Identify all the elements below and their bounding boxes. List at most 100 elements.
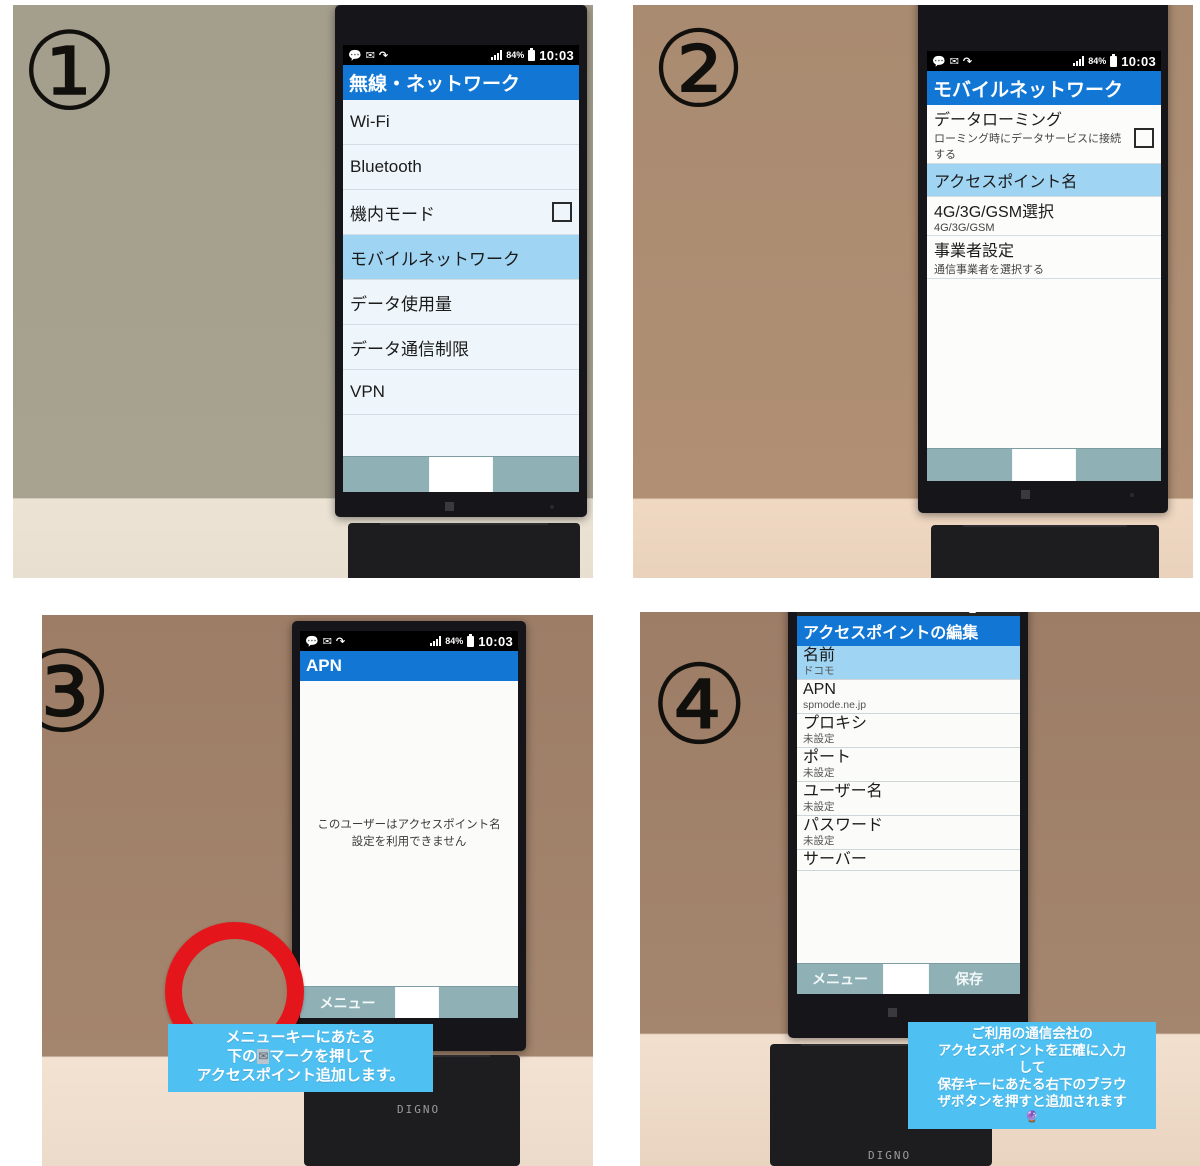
sensor-dot — [1130, 493, 1134, 497]
home-key[interactable] — [396, 987, 439, 1018]
softkey-left[interactable] — [343, 457, 430, 492]
field-username[interactable]: ユーザー名 未設定 — [797, 782, 1020, 816]
caption-line-1: メニューキーにあたる — [225, 1029, 376, 1046]
front-button — [1021, 490, 1030, 499]
signal-bars-icon — [491, 50, 503, 60]
list-item-label: Wi-Fi — [350, 112, 390, 131]
step-number-badge: ③ — [42, 628, 113, 758]
list-item-network-mode[interactable]: 4G/3G/GSM選択 4G/3G/GSM — [927, 197, 1161, 236]
field-value: spmode.ne.jp — [803, 699, 867, 712]
sensor-dot — [550, 505, 554, 509]
home-key[interactable] — [884, 964, 929, 994]
phone-screen: 💬 ✉ ↷ 84% 10:03 無線・ネットワーク Wi-Fi Bluetoot… — [343, 45, 579, 492]
list-item-access-point-names[interactable]: アクセスポイント名 — [927, 164, 1161, 197]
phone-device: 💬 ✉ ↷ 84% 10:03 無線・ネットワーク Wi-Fi Bluetoot… — [335, 5, 587, 517]
status-clock: 10:03 — [539, 47, 574, 63]
list-item-label: モバイルネットワーク — [350, 249, 520, 269]
field-label: 名前 — [803, 647, 836, 664]
caption-line-2: 下の✉マークを押して — [168, 1048, 433, 1067]
message-icon: 💬 — [932, 55, 946, 68]
list-item-carrier-settings[interactable]: 事業者設定 通信事業者を選択する — [927, 236, 1161, 279]
step-number-badge: ② — [651, 8, 747, 131]
soft-key-bar — [343, 456, 579, 492]
softkey-left[interactable] — [927, 449, 1013, 481]
apn-empty-message: このユーザーはアクセスポイント名設定を利用できません — [317, 818, 501, 848]
device-brand-label: DIGNO — [868, 1149, 912, 1162]
phone-screen: 💬 ✉ ↷ 84% 10:03 APN このユーザーはアクセスポイント名設定を利… — [300, 631, 518, 1018]
field-port[interactable]: ポート 未設定 — [797, 748, 1020, 782]
soft-key-bar: メニュー — [300, 986, 518, 1018]
list-item-label: データ使用量 — [350, 294, 452, 314]
menu-key[interactable]: メニュー — [300, 987, 396, 1018]
field-apn[interactable]: APN spmode.ne.jp — [797, 680, 1020, 714]
phone-screen: 💬 ✉ ↷ 84% 10:03 モバイルネットワーク データローミング ローミン… — [927, 51, 1161, 481]
status-clock: 10:03 — [980, 612, 1015, 615]
data-roaming-checkbox[interactable] — [1134, 128, 1154, 148]
status-clock: 10:03 — [1121, 53, 1156, 69]
caption-line-1: ご利用の通信会社の — [971, 1026, 1093, 1041]
field-value: 未設定 — [803, 733, 835, 746]
field-password[interactable]: パスワード 未設定 — [797, 816, 1020, 850]
field-value: 未設定 — [803, 767, 835, 780]
list-item[interactable]: データ使用量 — [343, 280, 579, 325]
battery-icon — [969, 612, 977, 613]
field-label: サーバー — [803, 850, 867, 868]
message-icon: 💬 — [305, 635, 319, 648]
field-label: ユーザー名 — [803, 782, 883, 800]
home-key[interactable] — [430, 457, 493, 492]
battery-percent: 84% — [506, 50, 525, 60]
field-label: パスワード — [803, 816, 884, 834]
screen-title: APN — [300, 651, 518, 681]
menu-key[interactable]: メニュー — [797, 964, 884, 994]
front-button — [445, 502, 454, 511]
field-value: 未設定 — [803, 835, 835, 848]
list-item[interactable]: Wi-Fi — [343, 100, 579, 145]
field-label: APN — [803, 680, 836, 698]
step-panel-3: 💬 ✉ ↷ 84% 10:03 APN このユーザーはアクセスポイント名設定を利… — [42, 615, 593, 1166]
field-label: プロキシ — [803, 714, 868, 732]
share-icon: ↷ — [378, 49, 389, 62]
field-label: ポート — [803, 748, 852, 766]
front-button — [888, 1008, 897, 1017]
step-panel-4: 💬 ✉ ↷ 84% 10:03 アクセスポイントの編集 — [640, 612, 1200, 1166]
list-item[interactable]: Bluetooth — [343, 145, 579, 190]
list-item-label: データローミング — [934, 112, 1063, 129]
signal-bars-icon — [1073, 56, 1085, 66]
caption-line-2-before: 下の — [227, 1047, 258, 1065]
field-server[interactable]: サーバー — [797, 850, 1020, 872]
share-icon: ↷ — [831, 612, 839, 613]
phone-device: 💬 ✉ ↷ 84% 10:03 モバイルネットワーク データローミング ローミン… — [918, 5, 1168, 513]
caption-line-5: ザボタンを押すと追加されます — [937, 1093, 1127, 1109]
status-bar: 💬 ✉ ↷ 84% 10:03 — [927, 51, 1161, 71]
softkey-right[interactable] — [493, 457, 579, 492]
caption-line-2-after: マークを押して — [269, 1047, 374, 1065]
softkey-right[interactable] — [439, 987, 518, 1018]
phone-lower-body — [348, 523, 580, 578]
softkey-right[interactable] — [1076, 449, 1161, 481]
list-item[interactable]: 機内モード — [343, 190, 579, 235]
mobile-network-list: データローミング ローミング時にデータサービスに接続する アクセスポイント名 4… — [927, 105, 1161, 448]
caption-line-4: 保存キーにあたる右下のブラウ — [937, 1076, 1127, 1092]
battery-percent: 84% — [445, 636, 464, 646]
save-key[interactable]: 保存 — [929, 964, 1009, 994]
envelope-glyph-icon: ✉ — [257, 1049, 270, 1065]
list-item-data-roaming[interactable]: データローミング ローミング時にデータサービスに接続する — [927, 105, 1161, 164]
airplane-mode-checkbox[interactable] — [552, 202, 572, 222]
screen-title: アクセスポイントの編集 — [797, 616, 1020, 646]
field-proxy[interactable]: プロキシ 未設定 — [797, 714, 1020, 748]
phone-device: 💬 ✉ ↷ 84% 10:03 アクセスポイントの編集 — [788, 612, 1028, 1038]
phone-screen: 💬 ✉ ↷ 84% 10:03 アクセスポイントの編集 — [797, 612, 1020, 994]
soft-key-bar: メニュー 保存 — [797, 963, 1020, 994]
list-item-label: データ通信制限 — [350, 339, 469, 359]
envelope-icon: ✉ — [949, 55, 959, 68]
message-icon: 💬 — [802, 612, 814, 613]
list-item-mobile-network[interactable]: モバイルネットワーク — [343, 235, 579, 280]
envelope-icon: ✉ — [365, 49, 375, 62]
apn-edit-list: 名前 ドコモ APN spmode.ne.jp プロキシ 未設定 ポート 未設定… — [797, 646, 1020, 963]
list-item[interactable]: VPN — [343, 370, 579, 415]
share-icon: ↷ — [962, 55, 973, 68]
field-name[interactable]: 名前 ドコモ — [797, 646, 1020, 680]
status-bar: 💬 ✉ ↷ 84% 10:03 — [300, 631, 518, 651]
home-key[interactable] — [1013, 449, 1076, 481]
list-item[interactable]: データ通信制限 — [343, 325, 579, 370]
